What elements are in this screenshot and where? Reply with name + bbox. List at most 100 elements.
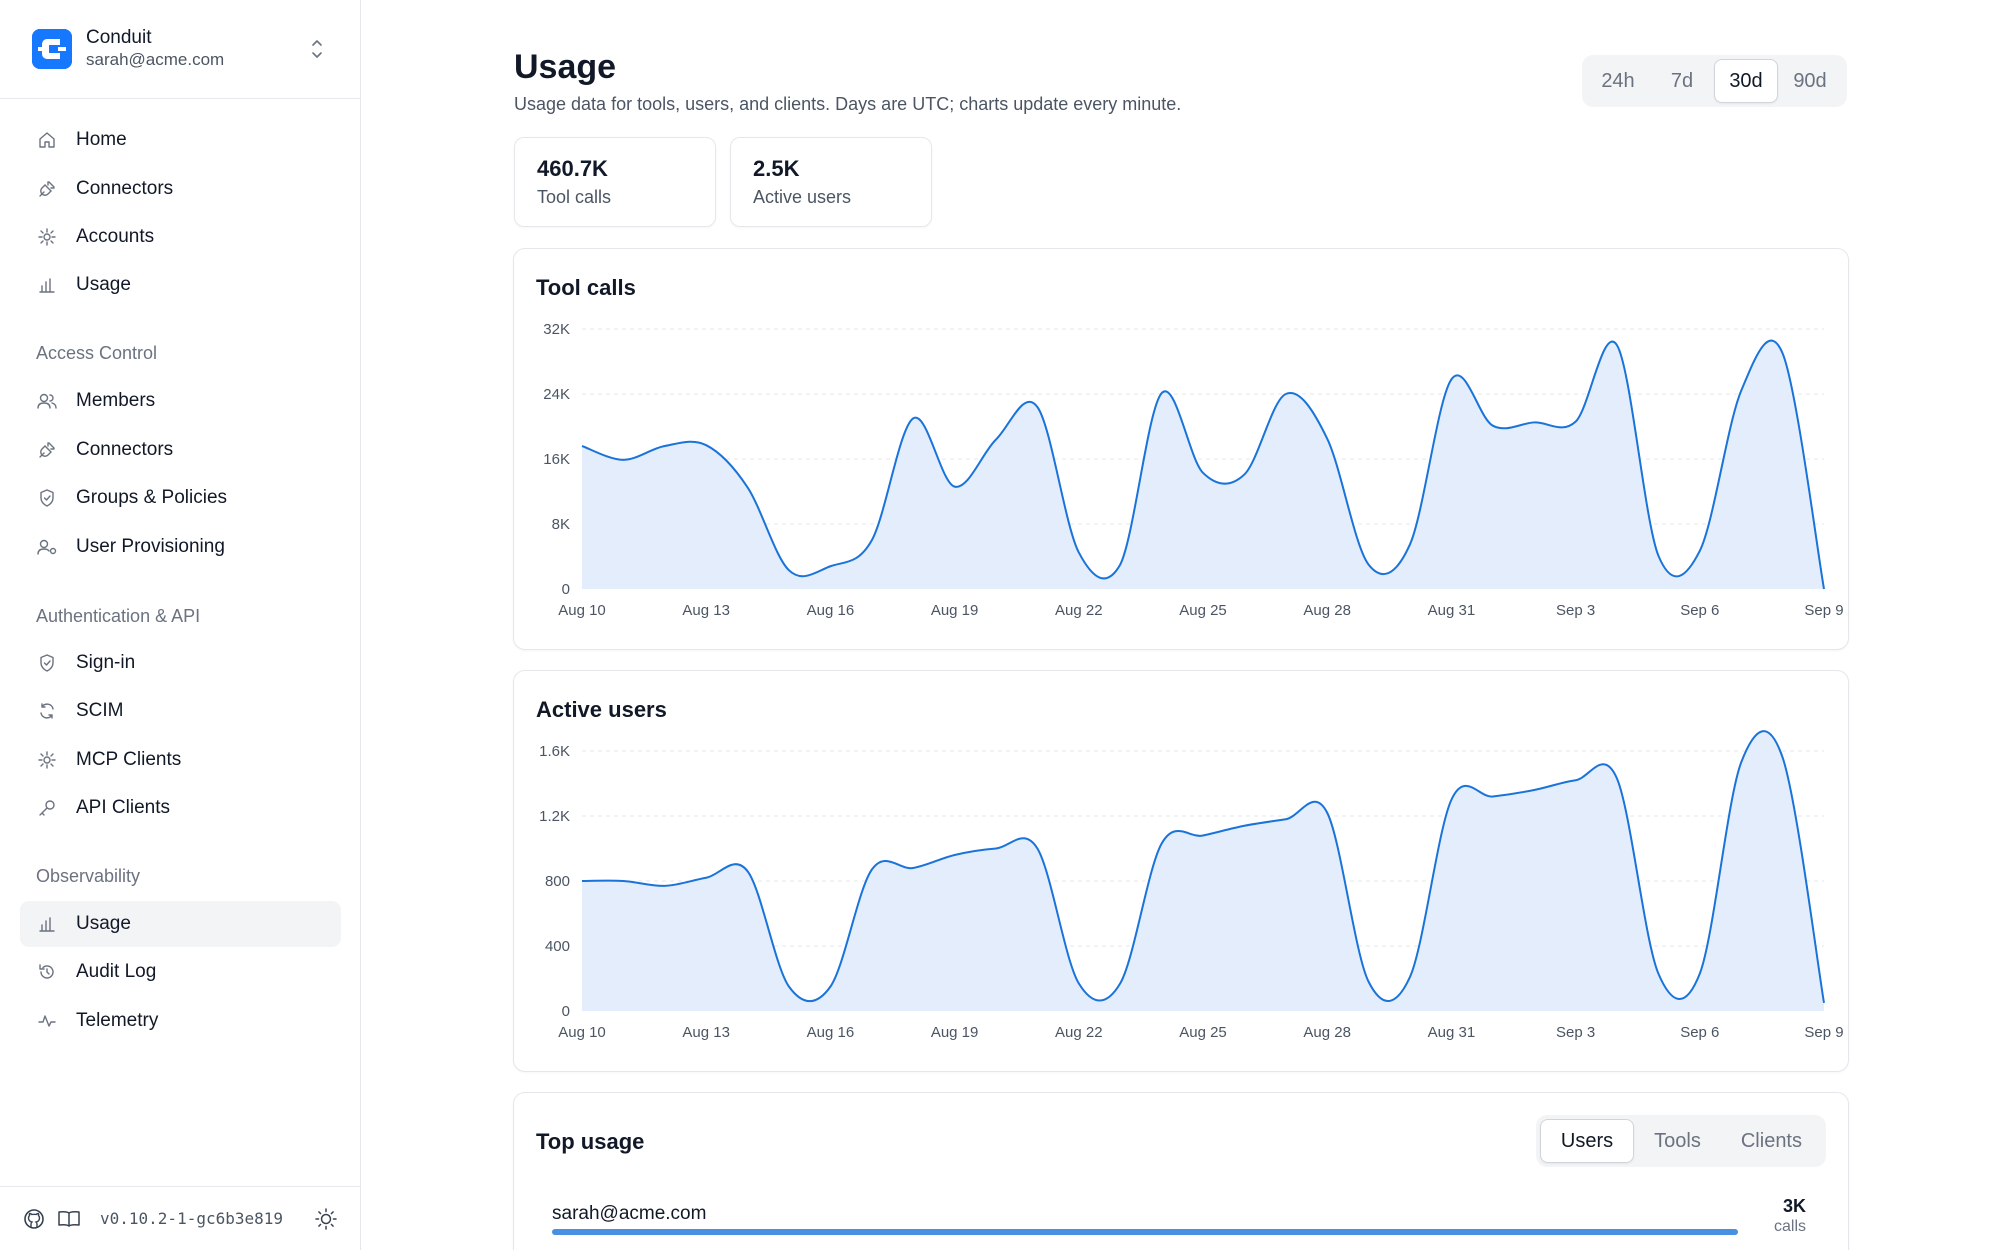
nav-item-user-provisioning[interactable]: User Provisioning	[20, 524, 341, 570]
sidebar: Conduit sarah@acme.com Home Connectors A…	[0, 0, 361, 1250]
usage-bar-track	[552, 1229, 1738, 1235]
x-tick-label: Aug 19	[931, 602, 979, 619]
chevron-up-down-icon[interactable]	[309, 36, 325, 62]
nav-item-sign-in[interactable]: Sign-in	[20, 640, 341, 686]
section-title-authentication-api: Authentication & API	[36, 606, 201, 626]
x-tick-label: Aug 19	[931, 1024, 979, 1041]
page-title: Usage	[514, 48, 617, 86]
stat-label: Active users	[753, 187, 852, 207]
time-range-selector: 24h 7d 30d 90d	[1582, 55, 1847, 107]
nav-item-accounts[interactable]: Accounts	[20, 214, 341, 260]
nav-item-members[interactable]: Members	[20, 378, 341, 424]
active-users-chart: 0 400 800 1.2K 1.6K Aug 10 Aug 13 Aug 16 Aug 19 A…	[539, 730, 1844, 1041]
y-tick-label: 16K	[543, 451, 570, 468]
y-tick-label: 1.6K	[539, 743, 570, 760]
nav-item-access-connectors[interactable]: Connectors	[20, 427, 341, 473]
chart-card-tool-calls: Tool calls 0 8K 16K 24K 32K Aug 10 Aug 13 Aug 1…	[513, 248, 1849, 650]
chart-card-active-users: Active users 0 400 800 1.2K 1.6K Aug 10 Aug 13…	[513, 670, 1849, 1072]
org-name: Conduit	[86, 27, 152, 48]
range-option-24h[interactable]: 24h	[1586, 59, 1650, 103]
stat-value: 2.5K	[753, 156, 800, 181]
tab-tools[interactable]: Tools	[1634, 1119, 1721, 1163]
x-tick-label: Sep 6	[1680, 602, 1719, 619]
x-tick-label: Sep 9	[1804, 602, 1843, 619]
nav-item-observability-usage[interactable]: Usage	[20, 901, 341, 947]
app-version: v0.10.2-1-gc6b3e819	[100, 1209, 284, 1228]
stat-label: Tool calls	[537, 187, 612, 207]
refresh-icon	[36, 700, 58, 722]
x-tick-label: Aug 13	[682, 602, 730, 619]
shield-icon	[36, 652, 58, 674]
top-usage-card: Top usage Users Tools Clients sarah@acme…	[513, 1092, 1849, 1250]
tool-calls-chart: 0 8K 16K 24K 32K Aug 10 Aug 13 Aug 16 Aug 19 Aug …	[543, 321, 1843, 619]
y-tick-label: 400	[545, 938, 570, 955]
stat-card-tool-calls: 460.7K Tool calls	[514, 137, 716, 227]
x-tick-label: Sep 3	[1556, 1024, 1595, 1041]
top-usage-title: Top usage	[536, 1129, 645, 1154]
book-icon[interactable]	[57, 1207, 81, 1231]
x-tick-label: Aug 31	[1428, 1024, 1476, 1041]
usage-row-name: sarah@acme.com	[552, 1203, 707, 1224]
y-tick-label: 1.2K	[539, 808, 570, 825]
range-option-7d[interactable]: 7d	[1650, 59, 1714, 103]
org-email: sarah@acme.com	[86, 50, 225, 69]
range-option-30d[interactable]: 30d	[1714, 59, 1778, 103]
user-sync-icon	[36, 536, 58, 558]
tab-users[interactable]: Users	[1539, 1119, 1635, 1163]
series-area	[582, 340, 1824, 589]
nav-item-audit-log[interactable]: Audit Log	[20, 949, 341, 995]
x-tick-label: Aug 25	[1179, 1024, 1227, 1041]
y-tick-label: 24K	[543, 386, 570, 403]
y-tick-label: 0	[562, 1003, 570, 1020]
x-tick-label: Sep 3	[1556, 602, 1595, 619]
range-option-90d[interactable]: 90d	[1778, 59, 1842, 103]
x-tick-label: Aug 10	[558, 602, 606, 619]
x-tick-label: Aug 28	[1303, 1024, 1351, 1041]
x-tick-label: Aug 25	[1179, 602, 1227, 619]
home-icon	[36, 129, 58, 151]
bar-chart-icon	[36, 274, 58, 296]
page-subtitle: Usage data for tools, users, and clients…	[514, 94, 1182, 114]
nav-item-usage[interactable]: Usage	[20, 262, 341, 308]
section-title-access-control: Access Control	[36, 343, 158, 363]
x-tick-label: Aug 28	[1303, 602, 1351, 619]
usage-row-count: 3K calls	[1773, 1196, 1806, 1235]
stat-card-active-users: 2.5K Active users	[730, 137, 932, 227]
y-tick-label: 8K	[552, 516, 570, 533]
plug-icon	[36, 749, 58, 771]
tab-clients[interactable]: Clients	[1721, 1119, 1822, 1163]
org-switcher[interactable]: Conduit sarah@acme.com	[0, 0, 361, 99]
history-icon	[36, 961, 58, 983]
nav-item-mcp-clients[interactable]: MCP Clients	[20, 737, 341, 783]
x-tick-label: Aug 22	[1055, 1024, 1103, 1041]
nav-item-connectors[interactable]: Connectors	[20, 166, 341, 212]
key-icon	[36, 797, 58, 819]
section-title-observability: Observability	[36, 866, 141, 886]
nav-item-api-clients[interactable]: API Clients	[20, 785, 341, 831]
plug-icon	[36, 178, 58, 200]
top-usage-tabs: Users Tools Clients	[1535, 1115, 1826, 1167]
x-tick-label: Aug 31	[1428, 602, 1476, 619]
x-tick-label: Aug 13	[682, 1024, 730, 1041]
sidebar-footer: v0.10.2-1-gc6b3e819	[0, 1186, 361, 1250]
x-tick-label: Sep 9	[1804, 1024, 1843, 1041]
nav-item-home[interactable]: Home	[20, 117, 341, 163]
top-usage-row[interactable]: sarah@acme.com 3K calls	[552, 1195, 1812, 1235]
y-tick-label: 32K	[543, 321, 570, 338]
y-tick-label: 800	[545, 873, 570, 890]
sun-icon[interactable]	[314, 1207, 338, 1231]
github-icon[interactable]	[22, 1207, 46, 1231]
shield-icon	[36, 487, 58, 509]
plug-icon	[36, 226, 58, 248]
nav-item-groups-policies[interactable]: Groups & Policies	[20, 475, 341, 521]
nav-item-telemetry[interactable]: Telemetry	[20, 998, 341, 1044]
x-tick-label: Aug 16	[807, 602, 855, 619]
y-tick-label: 0	[562, 581, 570, 598]
main-content: Usage Usage data for tools, users, and c…	[362, 0, 2000, 1250]
activity-icon	[36, 1010, 58, 1032]
x-tick-label: Aug 16	[807, 1024, 855, 1041]
plug-icon	[36, 439, 58, 461]
nav-item-scim[interactable]: SCIM	[20, 688, 341, 734]
x-tick-label: Aug 22	[1055, 602, 1103, 619]
x-tick-label: Sep 6	[1680, 1024, 1719, 1041]
